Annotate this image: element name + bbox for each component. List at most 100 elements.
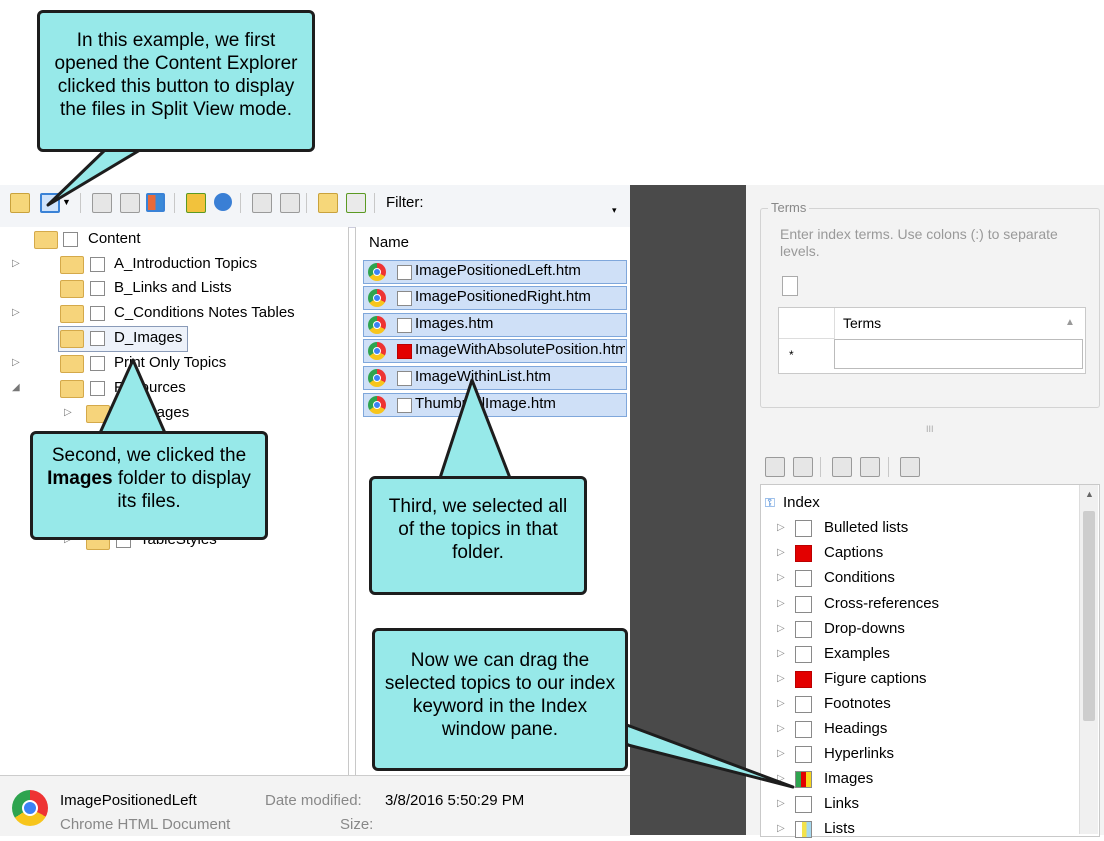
- date-modified-value: 3/8/2016 5:50:29 PM: [385, 792, 525, 809]
- file-row[interactable]: ImagePositionedLeft.htm: [363, 260, 627, 284]
- expand-arrow-icon[interactable]: ▷: [12, 351, 24, 375]
- file-checkbox[interactable]: [397, 398, 412, 413]
- new-file-icon[interactable]: [346, 193, 366, 213]
- index-checkbox[interactable]: [795, 545, 812, 562]
- file-row[interactable]: ImageWithAbsolutePosition.htm: [363, 339, 627, 363]
- expand-arrow-icon[interactable]: ▷: [777, 565, 785, 590]
- index-checkbox[interactable]: [795, 570, 812, 587]
- index-entry-label: Images: [824, 770, 874, 787]
- thumbnail-view-button[interactable]: [146, 193, 165, 212]
- expand-icon[interactable]: [92, 193, 112, 213]
- file-checkbox[interactable]: [397, 371, 412, 386]
- terms-column-header[interactable]: Terms: [843, 315, 881, 331]
- open-folder-icon: [34, 231, 58, 249]
- file-checkbox[interactable]: [397, 265, 412, 280]
- tree-item-label: A_Introduction Topics: [114, 255, 258, 272]
- index-checkbox[interactable]: [795, 796, 812, 813]
- collapse-arrow-icon[interactable]: ◢: [12, 376, 24, 400]
- document-icon[interactable]: [252, 193, 272, 213]
- scrollbar[interactable]: ▲: [1079, 485, 1098, 834]
- new-folder-icon[interactable]: [318, 193, 338, 213]
- index-checkbox[interactable]: [795, 621, 812, 638]
- expand-arrow-icon[interactable]: ▷: [12, 301, 24, 325]
- document-icon[interactable]: [782, 276, 798, 296]
- chrome-icon: [368, 316, 386, 334]
- folder-icon: [60, 305, 84, 323]
- collapse-icon[interactable]: [120, 193, 140, 213]
- tree-checkbox[interactable]: [90, 356, 105, 371]
- file-row[interactable]: ImageWithinList.htm: [363, 366, 627, 390]
- expand-arrow-icon[interactable]: ▷: [777, 616, 785, 641]
- file-checkbox[interactable]: [397, 291, 412, 306]
- tree-checkbox[interactable]: [63, 232, 78, 247]
- index-entry-label: Footnotes: [824, 695, 891, 712]
- add-subterm-icon[interactable]: [793, 457, 813, 477]
- chevron-down-icon[interactable]: ▼: [62, 197, 71, 207]
- index-checkbox[interactable]: [795, 771, 812, 788]
- expand-arrow-icon[interactable]: ▷: [12, 252, 24, 276]
- status-file-name: ImagePositionedLeft: [60, 792, 197, 809]
- callout-bold-text: Images: [47, 468, 113, 489]
- folder-icon: [86, 405, 110, 423]
- file-row[interactable]: ImagePositionedRight.htm: [363, 286, 627, 310]
- expand-arrow-icon[interactable]: ▷: [777, 766, 785, 791]
- expand-arrow-icon[interactable]: ▷: [777, 691, 785, 716]
- expand-arrow-icon[interactable]: ▷: [64, 401, 76, 425]
- folder-icon[interactable]: [10, 193, 30, 213]
- index-entry-label: Headings: [824, 720, 888, 737]
- tree-checkbox[interactable]: [90, 381, 105, 396]
- index-entry-label: Drop-downs: [824, 620, 905, 637]
- index-checkbox[interactable]: [795, 671, 812, 688]
- index-checkbox[interactable]: [795, 821, 812, 838]
- index-checkbox[interactable]: [795, 520, 812, 537]
- expand-arrow-icon[interactable]: ▷: [777, 741, 785, 766]
- index-checkbox[interactable]: [795, 646, 812, 663]
- index-icon: ⚿: [765, 495, 775, 510]
- tree-checkbox[interactable]: [90, 257, 105, 272]
- tree-checkbox[interactable]: [90, 331, 105, 346]
- scroll-up-icon[interactable]: ▲: [1085, 489, 1094, 499]
- index-checkbox[interactable]: [795, 596, 812, 613]
- expand-arrow-icon[interactable]: ▷: [777, 791, 785, 816]
- index-checkbox[interactable]: [795, 746, 812, 763]
- tree-view-icon[interactable]: [860, 457, 880, 477]
- file-name: ThumbnailImage.htm: [415, 395, 556, 412]
- toolbar-divider: [306, 193, 307, 213]
- file-checkbox[interactable]: [397, 318, 412, 333]
- index-root-label: Index: [783, 494, 820, 511]
- chrome-icon: [368, 396, 386, 414]
- index-checkbox[interactable]: [795, 696, 812, 713]
- file-checkbox[interactable]: [397, 344, 412, 359]
- index-entry-label: Lists: [824, 820, 855, 837]
- properties-icon[interactable]: [900, 457, 920, 477]
- expand-arrow-icon[interactable]: ▷: [777, 540, 785, 565]
- expand-arrow-icon[interactable]: ▷: [777, 641, 785, 666]
- toolbar-divider: [820, 457, 821, 477]
- expand-arrow-icon[interactable]: ▷: [777, 666, 785, 691]
- callout-select-topics: Third, we selected all of the topics in …: [369, 476, 587, 595]
- file-row[interactable]: ThumbnailImage.htm: [363, 393, 627, 417]
- name-column-header[interactable]: Name: [369, 234, 409, 251]
- expand-arrow-icon[interactable]: ▷: [777, 816, 785, 841]
- splitter-grip[interactable]: III: [926, 424, 934, 434]
- term-input[interactable]: [834, 339, 1083, 369]
- scrollbar-thumb[interactable]: [1083, 511, 1095, 721]
- tree-checkbox[interactable]: [116, 406, 131, 421]
- file-row[interactable]: Images.htm: [363, 313, 627, 337]
- index-checkbox[interactable]: [795, 721, 812, 738]
- expand-arrow-icon[interactable]: ▷: [777, 716, 785, 741]
- copy-term-icon[interactable]: [832, 457, 852, 477]
- chrome-icon: [368, 289, 386, 307]
- folder-icon: [60, 256, 84, 274]
- toolbar-divider: [174, 193, 175, 213]
- tree-checkbox[interactable]: [90, 281, 105, 296]
- split-view-button[interactable]: [40, 193, 60, 213]
- expand-arrow-icon[interactable]: ▷: [777, 515, 785, 540]
- expand-arrow-icon[interactable]: ▷: [777, 591, 785, 616]
- filter-dropdown-icon[interactable]: ▾: [612, 205, 617, 216]
- tree-checkbox[interactable]: [90, 306, 105, 321]
- refresh-icon[interactable]: [214, 193, 232, 211]
- open-icon[interactable]: [186, 193, 206, 213]
- preview-icon[interactable]: [280, 193, 300, 213]
- add-term-icon[interactable]: [765, 457, 785, 477]
